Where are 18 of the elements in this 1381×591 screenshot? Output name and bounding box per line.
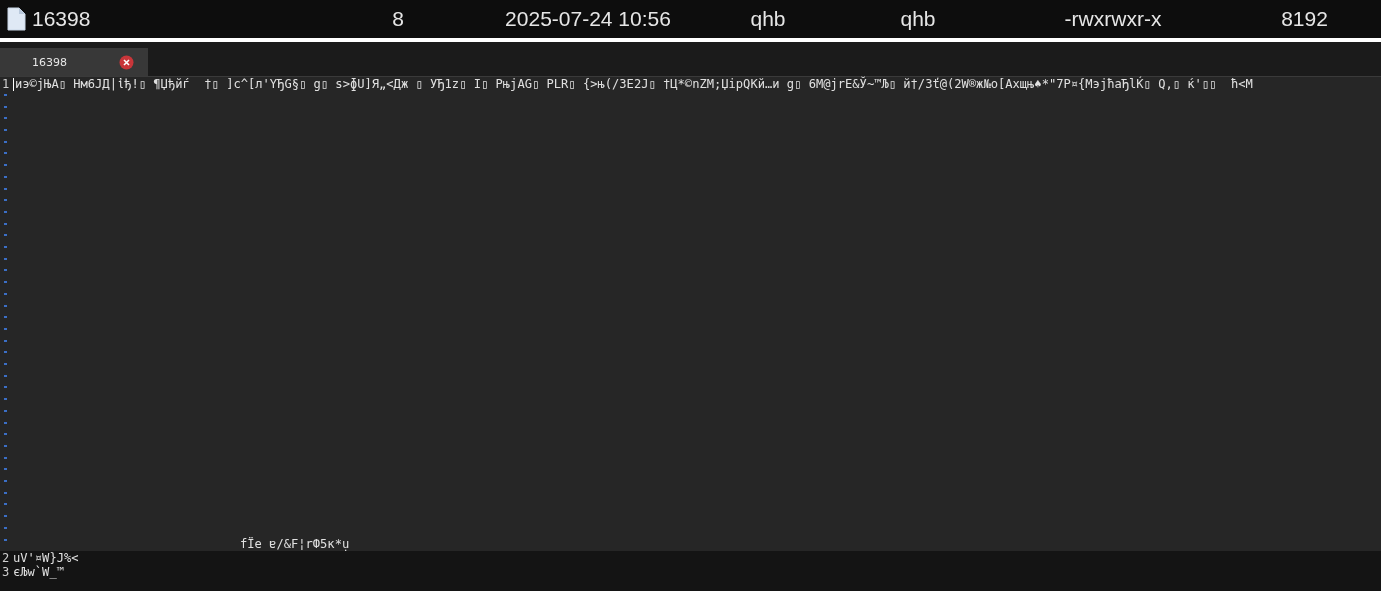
text-cursor [13, 78, 14, 91]
file-group: qhb [900, 7, 936, 31]
line-number: 2 [2, 551, 10, 565]
file-name: 16398 [32, 7, 91, 31]
modified-date: 2025-07-24 10:56 [505, 7, 671, 31]
code-line: єЉw`W_™ [13, 565, 64, 579]
file-size: 8192 [1281, 7, 1328, 31]
code-line: fЇe ɐ/&F¦rФ5ĸ*ụ [240, 537, 350, 551]
line-number: 1 [2, 77, 10, 91]
code-line: uV'¤W}J%< [13, 551, 79, 565]
file-tab[interactable]: 16398 [0, 48, 148, 76]
file-permissions: -rwxrwxr-x [1064, 7, 1162, 31]
file-icon [7, 7, 26, 31]
close-icon[interactable] [119, 54, 134, 70]
line-number: 3 [2, 565, 10, 579]
file-owner: qhb [750, 7, 786, 31]
code-line: иэ©jЊA▯ Hм6JД|ἰђ!▯ ¶Џђйѓ †▯ ]c^[л'YЂG§▯ g▯ s>ɸU]Я„<Дж ▯ УЂ1z▯ I▯ PњjAG▯ PLR▯ {>њ(/3E2J▯ †Ц*©nZM;ЏipQKй…и g▯ 6M@jrE&Ў~™Љ▯ й†/3ť@(2W®ж№o[Axщњ♠*"7P¤{MэjħaЂlЌ▯ Q,▯ ќ'▯▯ ħ<M [15, 77, 1253, 91]
link-count: 8 [392, 7, 404, 31]
